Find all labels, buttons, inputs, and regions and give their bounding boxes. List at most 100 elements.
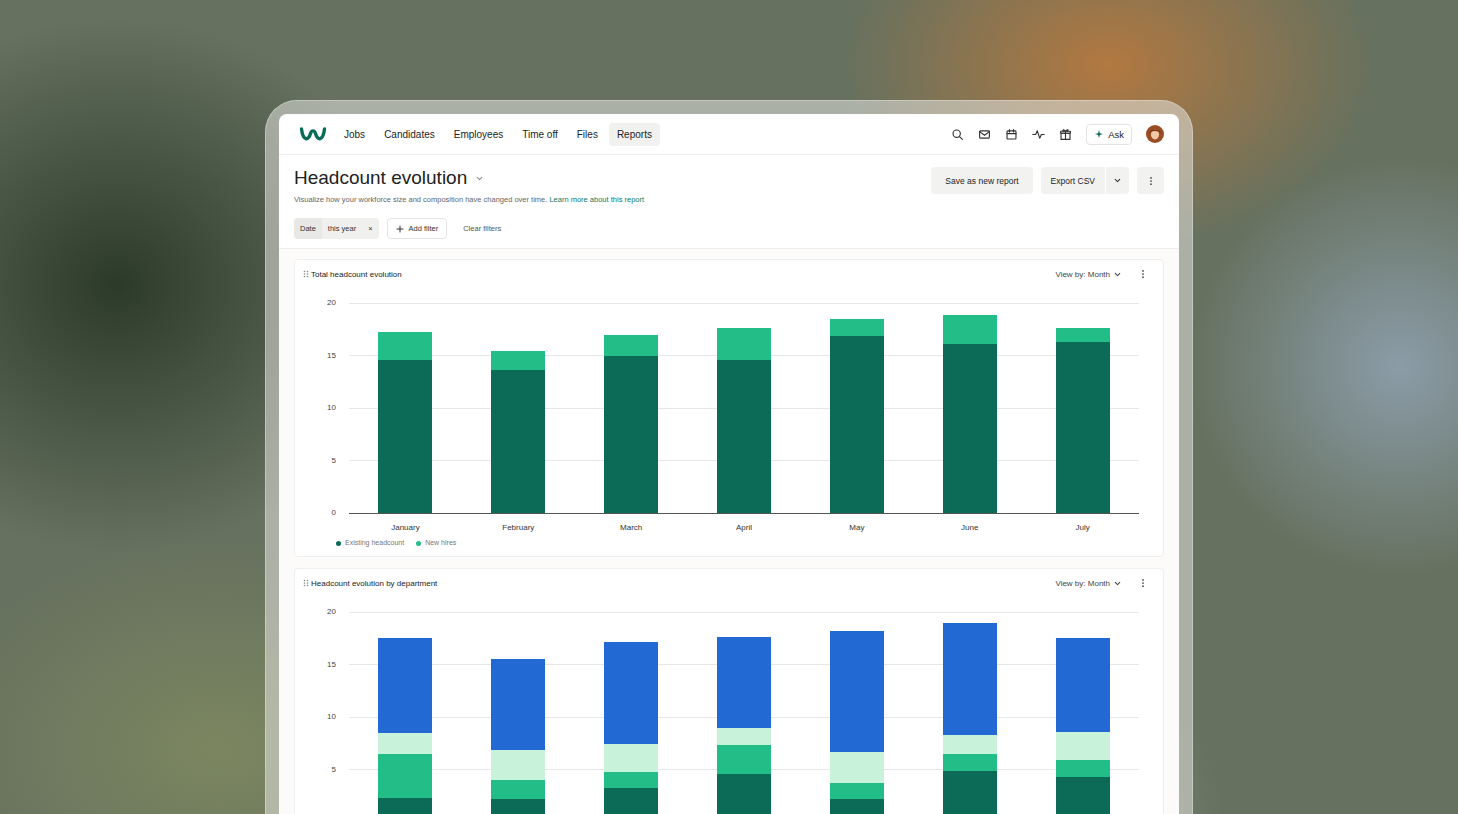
gift-icon[interactable] xyxy=(1059,128,1072,141)
bar-segment[interactable] xyxy=(830,336,884,513)
bar-segment[interactable] xyxy=(1056,328,1110,342)
y-tick: 0 xyxy=(332,508,336,518)
bar-segment[interactable] xyxy=(604,335,658,356)
view-by-dropdown[interactable]: View by: Month xyxy=(1055,579,1122,588)
bar-segment[interactable] xyxy=(1056,342,1110,513)
filter-chip[interactable]: Datethis year× xyxy=(294,218,379,239)
report-title[interactable]: Headcount evolution xyxy=(294,167,644,189)
export-csv-button[interactable]: Export CSV xyxy=(1041,167,1105,194)
clear-filters-button[interactable]: Clear filters xyxy=(463,224,501,233)
kebab-icon[interactable] xyxy=(1138,578,1148,588)
drag-handle-icon[interactable] xyxy=(303,579,309,587)
bar-segment[interactable] xyxy=(830,799,884,814)
chevron-down-icon xyxy=(1113,270,1122,279)
ask-button[interactable]: Ask xyxy=(1086,124,1132,145)
bar-segment[interactable] xyxy=(717,328,771,360)
legend-item[interactable]: New hires xyxy=(416,537,456,549)
nav-item[interactable]: Candidates xyxy=(376,123,443,146)
more-button[interactable] xyxy=(1137,167,1164,194)
bar-segment[interactable] xyxy=(943,754,997,771)
add-filter-button[interactable]: Add filter xyxy=(387,218,448,239)
x-tick: May xyxy=(800,522,913,534)
bar-segment[interactable] xyxy=(830,783,884,799)
bar-segment[interactable] xyxy=(1056,732,1110,760)
view-by-label: View by: Month xyxy=(1055,270,1110,279)
bar-segment[interactable] xyxy=(604,788,658,814)
x-tick: April xyxy=(688,522,801,534)
kebab-icon xyxy=(1146,176,1156,186)
bar-segment[interactable] xyxy=(717,360,771,513)
bar-segment[interactable] xyxy=(604,642,658,744)
plot-area xyxy=(349,303,1139,514)
bar-column xyxy=(913,612,1026,814)
bar-segment[interactable] xyxy=(830,631,884,752)
learn-more-link[interactable]: Learn more about this report xyxy=(549,195,644,204)
bar-segment[interactable] xyxy=(378,638,432,733)
bar-segment[interactable] xyxy=(943,735,997,754)
plot-area xyxy=(349,612,1139,814)
bar-segment[interactable] xyxy=(943,771,997,814)
bar-segment[interactable] xyxy=(491,370,545,513)
bar-segment[interactable] xyxy=(604,772,658,789)
header-buttons: Save as new report Export CSV xyxy=(931,167,1164,194)
bar-segment[interactable] xyxy=(830,319,884,336)
nav-item[interactable]: Files xyxy=(569,123,606,146)
bar-segment[interactable] xyxy=(491,351,545,370)
mail-icon[interactable] xyxy=(978,128,991,141)
bar-segment[interactable] xyxy=(717,728,771,746)
bar-column xyxy=(688,303,801,513)
bar-segment[interactable] xyxy=(717,774,771,814)
title-block: Headcount evolutionVisualize how your wo… xyxy=(294,167,644,205)
bar-segment[interactable] xyxy=(491,799,545,814)
export-split-button: Export CSV xyxy=(1041,167,1129,194)
search-icon[interactable] xyxy=(951,128,964,141)
kebab-icon[interactable] xyxy=(1138,269,1148,279)
nav-item[interactable]: Reports xyxy=(609,123,660,146)
bar-segment[interactable] xyxy=(378,733,432,754)
view-by-dropdown[interactable]: View by: Month xyxy=(1055,270,1122,279)
bar-segment[interactable] xyxy=(378,754,432,798)
legend-dot xyxy=(416,541,421,546)
bar-segment[interactable] xyxy=(378,360,432,513)
bar-segment[interactable] xyxy=(491,750,545,780)
bar-segment[interactable] xyxy=(1056,638,1110,731)
legend-label: Existing headcount xyxy=(345,537,404,549)
bar-segment[interactable] xyxy=(378,798,432,814)
bar-segment[interactable] xyxy=(717,745,771,773)
bar-segment[interactable] xyxy=(943,315,997,344)
bar-segment[interactable] xyxy=(604,744,658,771)
bar-segment[interactable] xyxy=(717,637,771,727)
logo-icon[interactable] xyxy=(299,124,327,144)
bar-segment[interactable] xyxy=(378,332,432,359)
bar-segment[interactable] xyxy=(943,623,997,735)
legend-item[interactable]: Existing headcount xyxy=(336,537,404,549)
bar-segment[interactable] xyxy=(943,344,997,513)
page-header: Headcount evolutionVisualize how your wo… xyxy=(279,155,1179,249)
ask-label: Ask xyxy=(1108,129,1124,140)
chart-card: Headcount evolution by departmentView by… xyxy=(294,568,1164,814)
bar-segment[interactable] xyxy=(830,752,884,784)
y-tick: 5 xyxy=(332,765,336,775)
avatar-icon[interactable] xyxy=(1146,125,1164,143)
drag-handle-icon[interactable] xyxy=(303,270,309,278)
bar-segment[interactable] xyxy=(491,659,545,749)
bar-column xyxy=(1026,612,1139,814)
chevron-down-icon xyxy=(1113,579,1122,588)
bar-segment[interactable] xyxy=(1056,760,1110,777)
nav-item[interactable]: Employees xyxy=(446,123,511,146)
nav-item[interactable]: Time off xyxy=(514,123,566,146)
bar-segment[interactable] xyxy=(491,780,545,799)
bar-column xyxy=(349,612,462,814)
activity-icon[interactable] xyxy=(1032,128,1045,141)
save-report-button[interactable]: Save as new report xyxy=(931,167,1032,194)
remove-filter-button[interactable]: × xyxy=(362,218,378,239)
x-tick: January xyxy=(349,522,462,534)
nav-item[interactable]: Jobs xyxy=(336,123,373,146)
legend-dot xyxy=(336,541,341,546)
bar-segment[interactable] xyxy=(1056,777,1110,814)
title-row: Headcount evolutionVisualize how your wo… xyxy=(294,167,1164,205)
export-options-button[interactable] xyxy=(1106,167,1129,194)
filter-value[interactable]: this year xyxy=(322,218,362,239)
bar-segment[interactable] xyxy=(604,356,658,514)
calendar-icon[interactable] xyxy=(1005,128,1018,141)
